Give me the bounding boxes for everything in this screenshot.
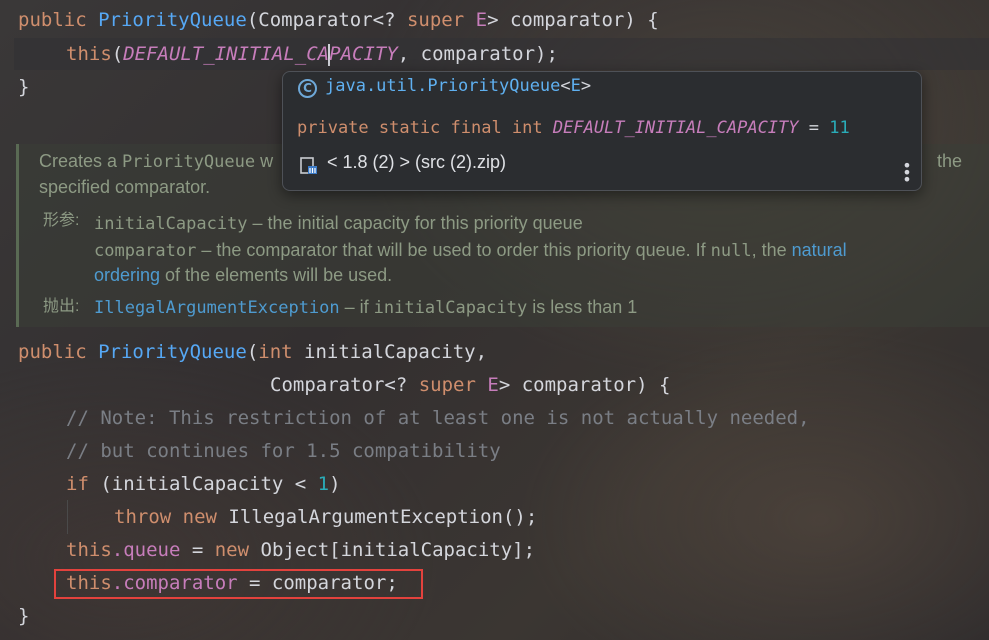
code-line-4[interactable]: public PriorityQueue(int initialCapacity… <box>18 338 487 366</box>
doc-text: specified comparator. <box>39 177 211 197</box>
doc-text: of the elements will be used. <box>160 265 393 285</box>
code-text: ) <box>329 473 341 495</box>
code-line-10[interactable]: this.queue = new Object[initialCapacity]… <box>66 536 535 564</box>
keyword: super <box>418 374 476 396</box>
keyword: throw <box>114 506 172 528</box>
code-text: Object[initialCapacity]; <box>249 539 536 561</box>
constant-reference[interactable]: DEFAULT_INITIAL_CA <box>123 43 329 65</box>
params-label: 形参: <box>43 212 80 229</box>
code-line-2[interactable]: this(DEFAULT_INITIAL_CAPACITY, comparato… <box>66 40 558 68</box>
doc-text: the <box>937 151 963 171</box>
doc-description: Creates a PriorityQueue w <box>39 149 273 174</box>
popup-source-library: < 1.8 (2) > (src (2).zip) <box>327 152 507 172</box>
doc-param: comparator – the comparator that will be… <box>94 238 847 263</box>
code-line-1[interactable]: public PriorityQueue(Comparator<? super … <box>18 6 659 34</box>
doc-throws: IllegalArgumentException – if initialCap… <box>94 295 637 320</box>
code-text: initialCapacity, <box>292 341 488 363</box>
class-icon: C <box>298 79 317 98</box>
keyword: new <box>182 506 217 528</box>
code-text: , comparator); <box>397 43 558 65</box>
code-line-12[interactable]: } <box>18 602 29 630</box>
code-text: } <box>18 605 30 627</box>
more-options-icon[interactable]: • • • <box>901 158 913 188</box>
keyword: this <box>66 539 112 561</box>
annotation-highlight-box <box>54 569 423 599</box>
class-link[interactable]: java.util.PriorityQueue <box>325 76 560 96</box>
keyword: private static final int <box>297 118 553 138</box>
code-text: ( <box>246 341 259 363</box>
code-line-3[interactable]: } <box>18 73 29 101</box>
code-text: (Comparator<? <box>246 9 407 31</box>
type-param: E <box>475 374 499 396</box>
generic-bracket: > <box>580 76 592 96</box>
doc-link[interactable]: natural <box>792 240 847 260</box>
keyword: int <box>258 341 293 363</box>
code-text: ( <box>111 43 124 65</box>
code-text: (initialCapacity < <box>88 473 318 495</box>
param-name: initialCapacity <box>94 214 248 234</box>
keyword: this <box>66 43 112 65</box>
number-literal: 1 <box>317 473 330 495</box>
code-line-5[interactable]: Comparator<? super E> comparator) { <box>270 371 670 399</box>
quick-doc-popup[interactable]: C java.util.PriorityQueue<E> private sta… <box>282 71 922 191</box>
code-line-9[interactable]: throw new IllegalArgumentException(); <box>114 503 537 531</box>
param-name: comparator <box>94 241 197 261</box>
doc-param: initialCapacity – the initial capacity f… <box>94 211 583 236</box>
code-text: = <box>180 539 215 561</box>
library-icon <box>300 157 317 174</box>
popup-class-name[interactable]: java.util.PriorityQueue<E> <box>325 76 591 96</box>
code-text: > comparator) { <box>498 374 671 396</box>
doc-code: PriorityQueue <box>122 152 256 172</box>
keyword: new <box>214 539 250 561</box>
constructor-name[interactable]: PriorityQueue <box>98 9 247 31</box>
code-comment[interactable]: // Note: This restriction of at least on… <box>66 404 810 432</box>
doc-text: Creates a <box>39 151 123 171</box>
code-text: = <box>798 118 830 138</box>
number-literal: 11 <box>829 118 850 138</box>
code-text: Comparator<? <box>270 374 419 396</box>
code-line-8[interactable]: if (initialCapacity < 1) <box>66 470 341 498</box>
generic-bracket: < <box>560 76 571 96</box>
doc-text: is less than 1 <box>527 297 638 317</box>
field-reference: .queue <box>111 539 181 561</box>
doc-text: w <box>255 151 274 171</box>
keyword: public <box>18 341 87 363</box>
constant-name: DEFAULT_INITIAL_CAPACITY <box>552 118 799 138</box>
keyword: public <box>18 9 87 31</box>
doc-text: – the comparator that will be used to or… <box>196 240 711 260</box>
indent-guide <box>67 500 68 534</box>
constructor-name[interactable]: PriorityQueue <box>98 341 247 363</box>
code-text: } <box>18 76 30 98</box>
keyword: if <box>66 473 89 495</box>
doc-code: initialCapacity <box>373 298 528 318</box>
throws-label: 抛出: <box>43 298 80 315</box>
code-text: IllegalArgumentException(); <box>216 506 538 528</box>
doc-code: null <box>710 241 752 261</box>
type-param: E <box>464 9 488 31</box>
doc-text: – the initial capacity for this priority… <box>247 213 583 233</box>
doc-param-cont: ordering of the elements will be used. <box>94 263 392 287</box>
keyword: super <box>406 9 465 31</box>
type-param: E <box>570 76 581 96</box>
constant-reference[interactable]: PACITY <box>329 43 398 65</box>
doc-link[interactable]: IllegalArgumentException <box>94 298 340 318</box>
doc-text: – if <box>339 297 374 317</box>
code-text: > comparator) { <box>487 9 659 31</box>
popup-declaration: private static final int DEFAULT_INITIAL… <box>297 118 850 138</box>
code-comment[interactable]: // but continues for 1.5 compatibility <box>66 437 501 465</box>
doc-text: , the <box>751 240 792 260</box>
doc-link[interactable]: ordering <box>94 265 160 285</box>
